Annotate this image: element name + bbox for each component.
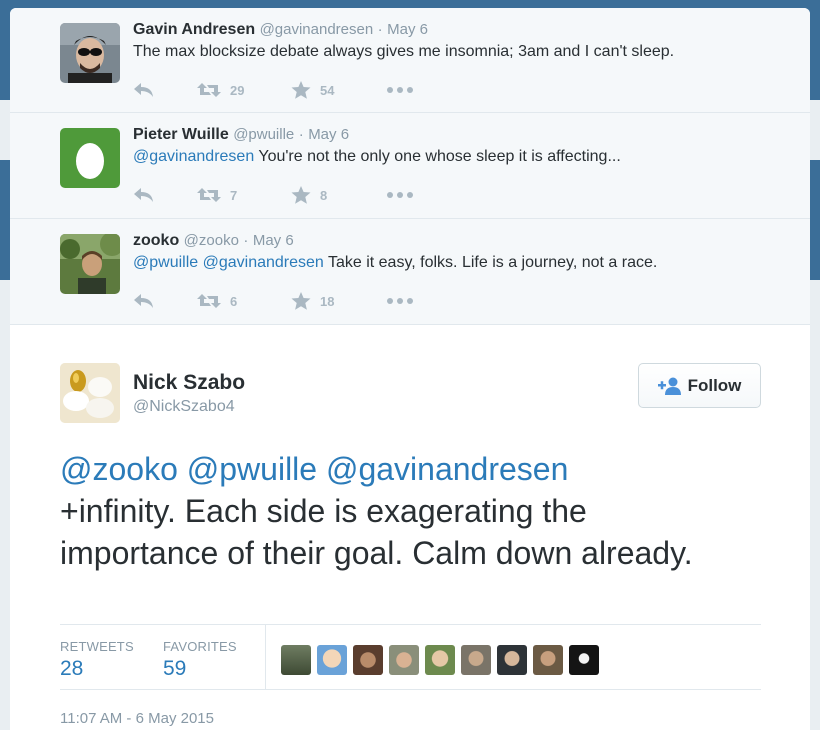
tweet-mentions[interactable]: @pwuille @gavinandresen bbox=[133, 254, 324, 271]
tweet-date[interactable]: May 6 bbox=[308, 126, 349, 143]
retweet-button[interactable]: 6 bbox=[197, 293, 291, 309]
star-icon bbox=[291, 186, 311, 204]
avatar[interactable] bbox=[60, 128, 120, 188]
reply-icon bbox=[134, 83, 153, 97]
avatar[interactable] bbox=[461, 645, 491, 675]
avatar[interactable] bbox=[317, 645, 347, 675]
tweet-actions: 29 54 bbox=[133, 80, 413, 100]
golden-egg-avatar-icon bbox=[60, 363, 120, 423]
tweet-text: @pwuille @gavinandresen Take it easy, fo… bbox=[133, 254, 657, 272]
tweet-stats: RETWEETS 28 FAVORITES 59 bbox=[60, 624, 761, 690]
user-handle[interactable]: @NickSzabo4 bbox=[133, 398, 235, 416]
avatar[interactable] bbox=[353, 645, 383, 675]
reply-tweet[interactable]: Gavin Andresen @gavinandresen · May 6 Th… bbox=[10, 8, 810, 113]
favorite-count: 8 bbox=[320, 187, 328, 203]
man-with-sunglasses-avatar-icon bbox=[60, 23, 120, 83]
tweet-header: zooko @zooko · May 6 bbox=[133, 232, 294, 250]
man-outdoors-avatar-icon bbox=[60, 234, 120, 294]
tweet-header: Pieter Wuille @pwuille · May 6 bbox=[133, 126, 349, 144]
avatar[interactable] bbox=[60, 234, 120, 294]
more-dots-icon bbox=[387, 192, 413, 198]
tweet-permalink-modal: Gavin Andresen @gavinandresen · May 6 Th… bbox=[10, 8, 810, 730]
avatar[interactable] bbox=[533, 645, 563, 675]
tweet-header: Gavin Andresen @gavinandresen · May 6 bbox=[133, 21, 428, 39]
retweet-button[interactable]: 7 bbox=[197, 187, 291, 203]
separator-dot: · bbox=[298, 126, 304, 143]
reply-button[interactable] bbox=[133, 187, 197, 203]
more-dots-icon bbox=[387, 298, 413, 304]
reply-tweet[interactable]: zooko @zooko · May 6 @pwuille @gavinandr… bbox=[10, 219, 810, 325]
reply-button[interactable] bbox=[133, 293, 197, 309]
retweets-count: 28 bbox=[60, 657, 84, 680]
favorite-button[interactable]: 18 bbox=[291, 292, 387, 310]
tweet-text: The max blocksize debate always gives me… bbox=[133, 43, 674, 61]
tweet-timestamp[interactable]: 11:07 AM - 6 May 2015 bbox=[60, 710, 214, 727]
default-egg-avatar-icon bbox=[60, 128, 120, 188]
reply-button[interactable] bbox=[133, 82, 197, 98]
follow-label: Follow bbox=[687, 375, 742, 395]
main-tweet: Nick Szabo @NickSzabo4 Follow @zooko @pw… bbox=[10, 326, 810, 730]
retweet-button[interactable]: 29 bbox=[197, 82, 291, 98]
avatar[interactable] bbox=[60, 363, 120, 423]
tweet-text: @gavinandresen You're not the only one w… bbox=[133, 148, 621, 166]
retweet-icon bbox=[197, 188, 221, 202]
retweet-count: 7 bbox=[230, 187, 238, 203]
user-handle[interactable]: @gavinandresen bbox=[260, 21, 374, 38]
tweet-body: You're not the only one whose sleep it i… bbox=[254, 148, 621, 165]
tweet-date[interactable]: May 6 bbox=[253, 232, 294, 249]
favorite-count: 18 bbox=[320, 293, 335, 309]
reply-icon bbox=[134, 294, 153, 308]
user-handle[interactable]: @zooko bbox=[184, 232, 239, 249]
tweet-body: The max blocksize debate always gives me… bbox=[133, 43, 675, 60]
favorites-stat[interactable]: FAVORITES 59 bbox=[163, 639, 237, 681]
separator-dot: · bbox=[377, 21, 383, 38]
avatar[interactable] bbox=[569, 645, 599, 675]
tweet-actions: 6 18 bbox=[133, 291, 413, 311]
add-user-icon bbox=[657, 377, 681, 395]
favorites-label: FAVORITES bbox=[163, 639, 237, 654]
stats-divider bbox=[265, 625, 266, 690]
follow-button[interactable]: Follow bbox=[638, 363, 761, 408]
avatar[interactable] bbox=[389, 645, 419, 675]
retweet-count: 6 bbox=[230, 293, 238, 309]
favorite-button[interactable]: 54 bbox=[291, 81, 387, 99]
more-options-button[interactable] bbox=[387, 298, 413, 304]
user-handle[interactable]: @pwuille bbox=[233, 126, 294, 143]
favorites-count: 59 bbox=[163, 657, 187, 680]
favoriter-avatars bbox=[281, 645, 605, 675]
reply-icon bbox=[134, 188, 153, 202]
tweet-actions: 7 8 bbox=[133, 185, 413, 205]
retweet-count: 29 bbox=[230, 82, 245, 98]
tweet-body: Take it easy, folks. Life is a journey, … bbox=[323, 254, 658, 271]
retweets-stat[interactable]: RETWEETS 28 bbox=[60, 639, 134, 681]
user-name[interactable]: Gavin Andresen bbox=[133, 21, 255, 38]
more-options-button[interactable] bbox=[387, 87, 413, 93]
reply-tweet[interactable]: Pieter Wuille @pwuille · May 6 @gavinand… bbox=[10, 113, 810, 219]
star-icon bbox=[291, 292, 311, 310]
retweet-icon bbox=[197, 83, 221, 97]
more-options-button[interactable] bbox=[387, 192, 413, 198]
retweets-label: RETWEETS bbox=[60, 639, 134, 654]
user-name[interactable]: Pieter Wuille bbox=[133, 126, 229, 143]
tweet-mentions[interactable]: @zooko @pwuille @gavinandresen bbox=[60, 451, 568, 487]
tweet-date[interactable]: May 6 bbox=[387, 21, 428, 38]
avatar[interactable] bbox=[425, 645, 455, 675]
favorite-count: 54 bbox=[320, 82, 335, 98]
avatar[interactable] bbox=[497, 645, 527, 675]
user-name[interactable]: Nick Szabo bbox=[133, 371, 245, 395]
more-dots-icon bbox=[387, 87, 413, 93]
retweet-icon bbox=[197, 294, 221, 308]
avatar[interactable] bbox=[60, 23, 120, 83]
favorite-button[interactable]: 8 bbox=[291, 186, 387, 204]
star-icon bbox=[291, 81, 311, 99]
avatar[interactable] bbox=[281, 645, 311, 675]
user-name[interactable]: zooko bbox=[133, 232, 179, 249]
separator-dot: · bbox=[243, 232, 249, 249]
tweet-mentions[interactable]: @gavinandresen bbox=[133, 148, 254, 165]
tweet-body: +infinity. Each side is exagerating the … bbox=[60, 493, 693, 571]
tweet-text: @zooko @pwuille @gavinandresen +infinity.… bbox=[60, 448, 720, 574]
